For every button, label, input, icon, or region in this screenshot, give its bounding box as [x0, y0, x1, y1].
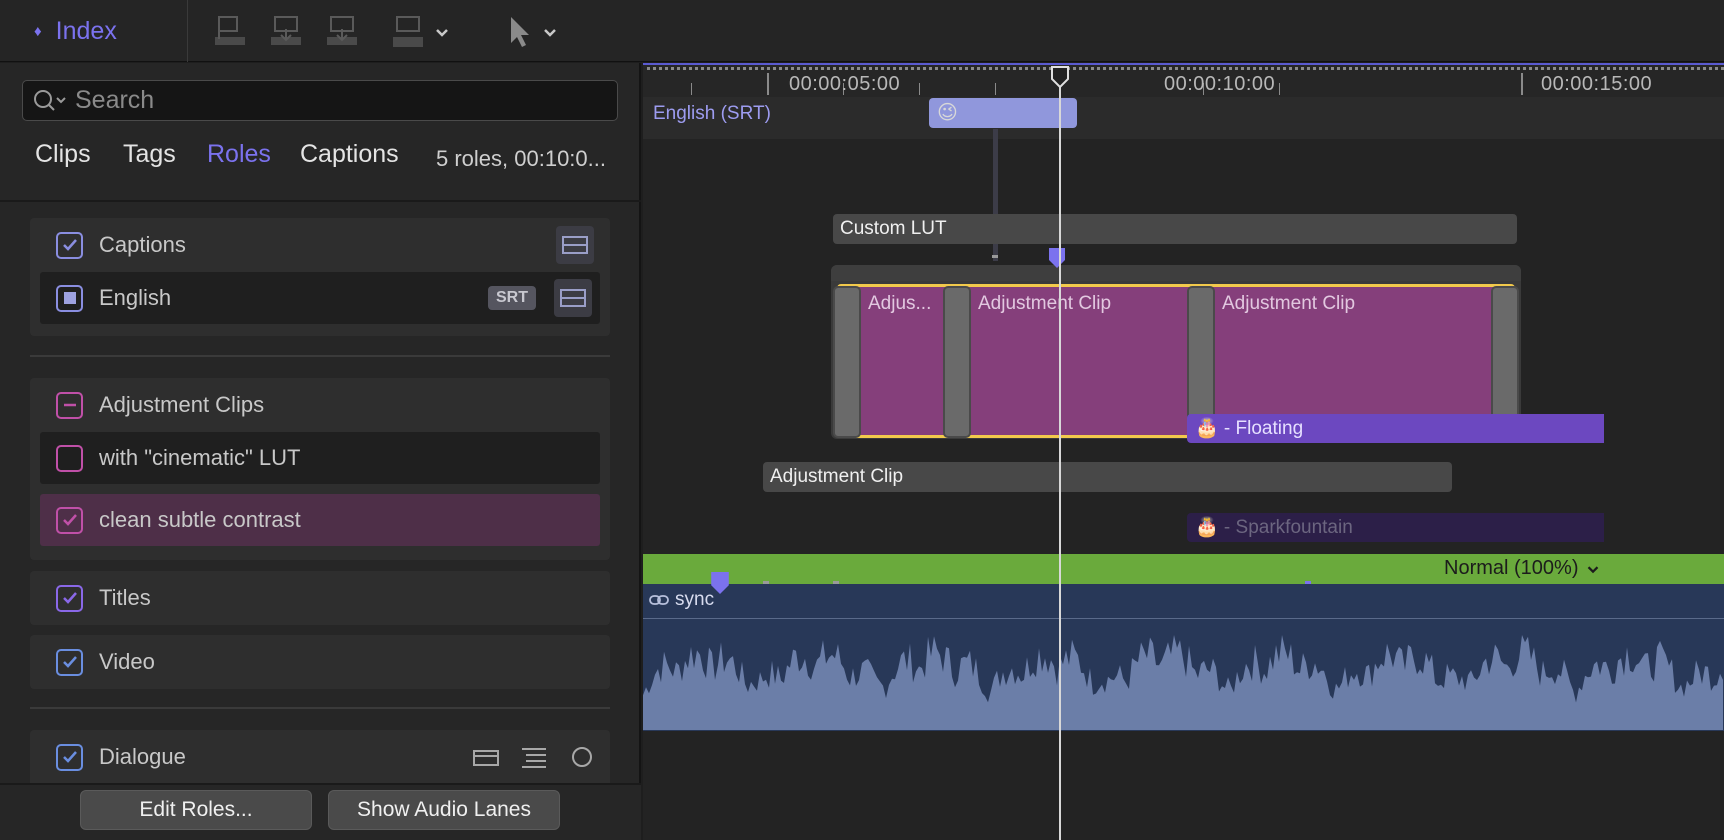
blend-mode-label: Normal (100%) — [1444, 557, 1579, 579]
chevron-down-icon[interactable] — [432, 22, 452, 42]
import-clip-icon[interactable] — [266, 12, 306, 52]
ruler-tick — [995, 83, 996, 95]
tab-roles[interactable]: Roles — [207, 140, 271, 169]
search-placeholder: Search — [75, 86, 155, 114]
show-audio-lanes-button[interactable]: Show Audio Lanes — [328, 790, 560, 830]
select-tool-icon[interactable] — [500, 12, 540, 52]
sparkfountain-title-clip[interactable]: 🎂 - Sparkfountain — [1187, 513, 1604, 542]
sync-label: sync — [649, 589, 714, 611]
chevron-down-icon[interactable] — [540, 22, 560, 42]
subrole-row-cinematic-lut[interactable]: with "cinematic" LUT — [40, 432, 600, 484]
playhead-icon[interactable] — [1050, 65, 1070, 89]
checkbox-checked-icon[interactable] — [56, 506, 83, 534]
role-label: Adjustment Clips — [99, 392, 265, 417]
checkbox-mixed-icon[interactable] — [56, 391, 83, 419]
ruler-tick — [767, 73, 769, 95]
audio-divider — [643, 618, 1724, 619]
subrole-label: with "cinematic" LUT — [99, 445, 301, 470]
blend-mode-dropdown[interactable]: Normal (100%) — [1444, 557, 1602, 580]
tab-clips[interactable]: Clips — [35, 140, 91, 169]
floating-title-clip[interactable]: 🎂 - Floating — [1187, 414, 1604, 443]
keyframe-tick — [833, 581, 839, 584]
timecode-label: 00:00:15:00 — [1541, 73, 1653, 95]
toolbar — [0, 0, 1724, 62]
role-label: Captions — [99, 232, 186, 257]
ruler-dots — [647, 67, 1724, 71]
tab-tags[interactable]: Tags — [123, 140, 176, 169]
caption-lane — [643, 97, 1724, 139]
lane-icon[interactable] — [554, 279, 592, 317]
caption-lane-label: English (SRT) — [653, 103, 771, 124]
playhead-line[interactable] — [1059, 77, 1061, 840]
role-group-adjustment-clips: Adjustment Clips with "cinematic" LUT cl… — [30, 378, 610, 560]
checkbox-unchecked-icon[interactable] — [56, 444, 83, 472]
diamond-icon: ♦ — [34, 22, 42, 40]
checkbox-checked-icon[interactable] — [56, 648, 83, 676]
role-label: Video — [99, 649, 155, 674]
role-label: Dialogue — [99, 744, 186, 769]
roles-summary: 5 roles, 00:10:0... — [436, 146, 606, 171]
append-clip-icon[interactable] — [388, 12, 428, 52]
role-row-titles[interactable]: Titles — [30, 571, 610, 625]
search-icon — [34, 89, 66, 111]
caption-clip[interactable]: 😉 — [929, 98, 1077, 128]
timecode-label: 00:00:10:00 — [1164, 73, 1276, 95]
adjustment-clip-a[interactable]: Adjus... — [861, 287, 943, 435]
index-button[interactable]: ♦ Index — [0, 0, 188, 62]
adjustment-clip-c[interactable]: Adjustment Clip — [1215, 287, 1491, 435]
divider — [30, 707, 610, 709]
ruler-tick — [1279, 83, 1280, 95]
subrole-label: clean subtle contrast — [99, 507, 301, 532]
ruler-tick — [1521, 73, 1523, 95]
group-header — [831, 265, 1521, 281]
custom-lut-clip[interactable]: Custom LUT — [833, 214, 1517, 244]
index-label: Index — [55, 16, 117, 45]
chevron-down-icon — [1588, 565, 1599, 573]
marker-icon[interactable] — [711, 572, 729, 594]
edit-roles-button[interactable]: Edit Roles... — [80, 790, 312, 830]
marker-icon[interactable] — [1049, 248, 1065, 268]
audio-clip-label: sync — [675, 589, 715, 610]
timeline[interactable]: 00:00:05:00 00:00:10:00 00:00:15:00 Engl… — [643, 65, 1724, 840]
adjustment-clip-b[interactable]: Adjustment Clip — [971, 287, 1187, 435]
trim-handle[interactable] — [943, 286, 971, 438]
role-label: Titles — [99, 585, 151, 610]
role-row-video[interactable]: Video — [30, 635, 610, 689]
ruler-tick — [691, 83, 692, 95]
keyframe-tick — [763, 581, 769, 584]
lane-icon[interactable] — [556, 226, 594, 264]
keyframe-tick — [1305, 581, 1311, 584]
checkbox-checked-icon[interactable] — [56, 231, 83, 259]
role-group-captions: Captions English SRT — [30, 218, 610, 336]
audio-waveform — [643, 635, 1723, 730]
divider — [30, 355, 610, 357]
subroles-icon[interactable] — [520, 746, 548, 768]
role-row-captions[interactable]: Captions — [30, 218, 610, 272]
role-row-adjustment-clips[interactable]: Adjustment Clips — [30, 378, 610, 432]
trim-handle[interactable] — [833, 286, 861, 438]
srt-badge: SRT — [488, 286, 536, 310]
keyframe-tick — [992, 255, 998, 258]
lane-icon[interactable] — [472, 746, 500, 768]
flag-icon[interactable] — [210, 12, 250, 52]
subrole-row-english[interactable]: English SRT — [40, 272, 600, 324]
overwrite-clip-icon[interactable] — [322, 12, 362, 52]
link-icon — [649, 595, 669, 605]
focus-circle-icon[interactable] — [570, 745, 594, 769]
adjustment-clip-long[interactable]: Adjustment Clip — [763, 462, 1452, 492]
checkbox-partial-icon[interactable] — [56, 284, 83, 312]
ruler-tick — [919, 83, 920, 95]
search-input[interactable]: Search — [22, 80, 618, 121]
role-row-dialogue[interactable]: Dialogue — [30, 730, 610, 784]
checkbox-checked-icon[interactable] — [56, 584, 83, 612]
tab-captions[interactable]: Captions — [300, 140, 399, 169]
timecode-label: 00:00:05:00 — [789, 73, 901, 95]
checkbox-checked-icon[interactable] — [56, 743, 83, 771]
subrole-label: English — [99, 285, 172, 310]
subrole-row-clean-subtle-contrast[interactable]: clean subtle contrast — [40, 494, 600, 546]
divider — [0, 200, 641, 202]
